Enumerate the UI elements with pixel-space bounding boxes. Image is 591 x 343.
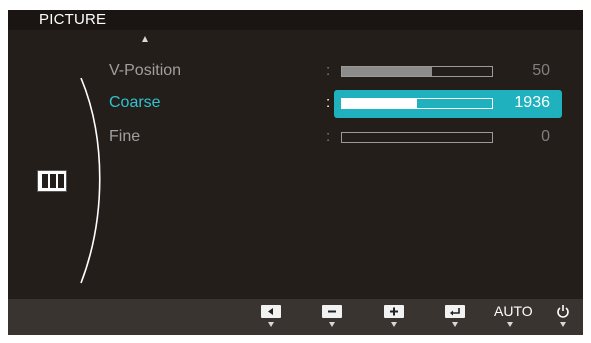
menu-item-value: 1936 [514, 94, 550, 111]
menu-item-label: Fine [109, 128, 141, 145]
chevron-down-icon [560, 322, 566, 327]
chevron-down-icon [329, 322, 335, 327]
page-title: PICTURE [39, 11, 107, 28]
menu-item-label: Coarse [109, 94, 161, 111]
enter-icon [445, 305, 465, 318]
plus-icon [384, 305, 404, 318]
footer-button-bar: AUTO [8, 299, 583, 335]
title-bar: PICTURE [8, 10, 583, 30]
coarse-slider[interactable] [341, 98, 493, 109]
menu-item-fine[interactable]: Fine : 0 [8, 123, 583, 153]
v-position-slider[interactable] [341, 66, 493, 77]
chevron-down-icon [391, 322, 397, 327]
chevron-down-icon [452, 322, 458, 327]
separator-colon: : [326, 128, 331, 145]
menu-item-coarse[interactable]: Coarse : 1936 [8, 89, 583, 119]
menu-item-value: 50 [532, 62, 550, 79]
fine-slider[interactable] [341, 132, 493, 143]
chevron-down-icon [268, 322, 274, 327]
slider-fill [342, 67, 432, 76]
power-icon [557, 305, 569, 318]
separator-colon: : [326, 62, 331, 79]
osd-window: PICTURE V-Position : 50 Coarse : 1936 Fi… [8, 10, 583, 335]
menu-item-label: V-Position [109, 62, 182, 79]
minus-icon [322, 305, 342, 318]
left-triangle-icon [261, 305, 281, 318]
separator-colon: : [326, 94, 331, 111]
scroll-up-arrow-icon[interactable] [142, 36, 148, 42]
auto-label: AUTO [494, 303, 533, 319]
slider-fill [342, 99, 417, 108]
menu-item-v-position[interactable]: V-Position : 50 [8, 57, 583, 87]
chevron-down-icon [507, 322, 513, 327]
picture-category-icon [37, 170, 67, 192]
menu-item-value: 0 [541, 128, 550, 145]
